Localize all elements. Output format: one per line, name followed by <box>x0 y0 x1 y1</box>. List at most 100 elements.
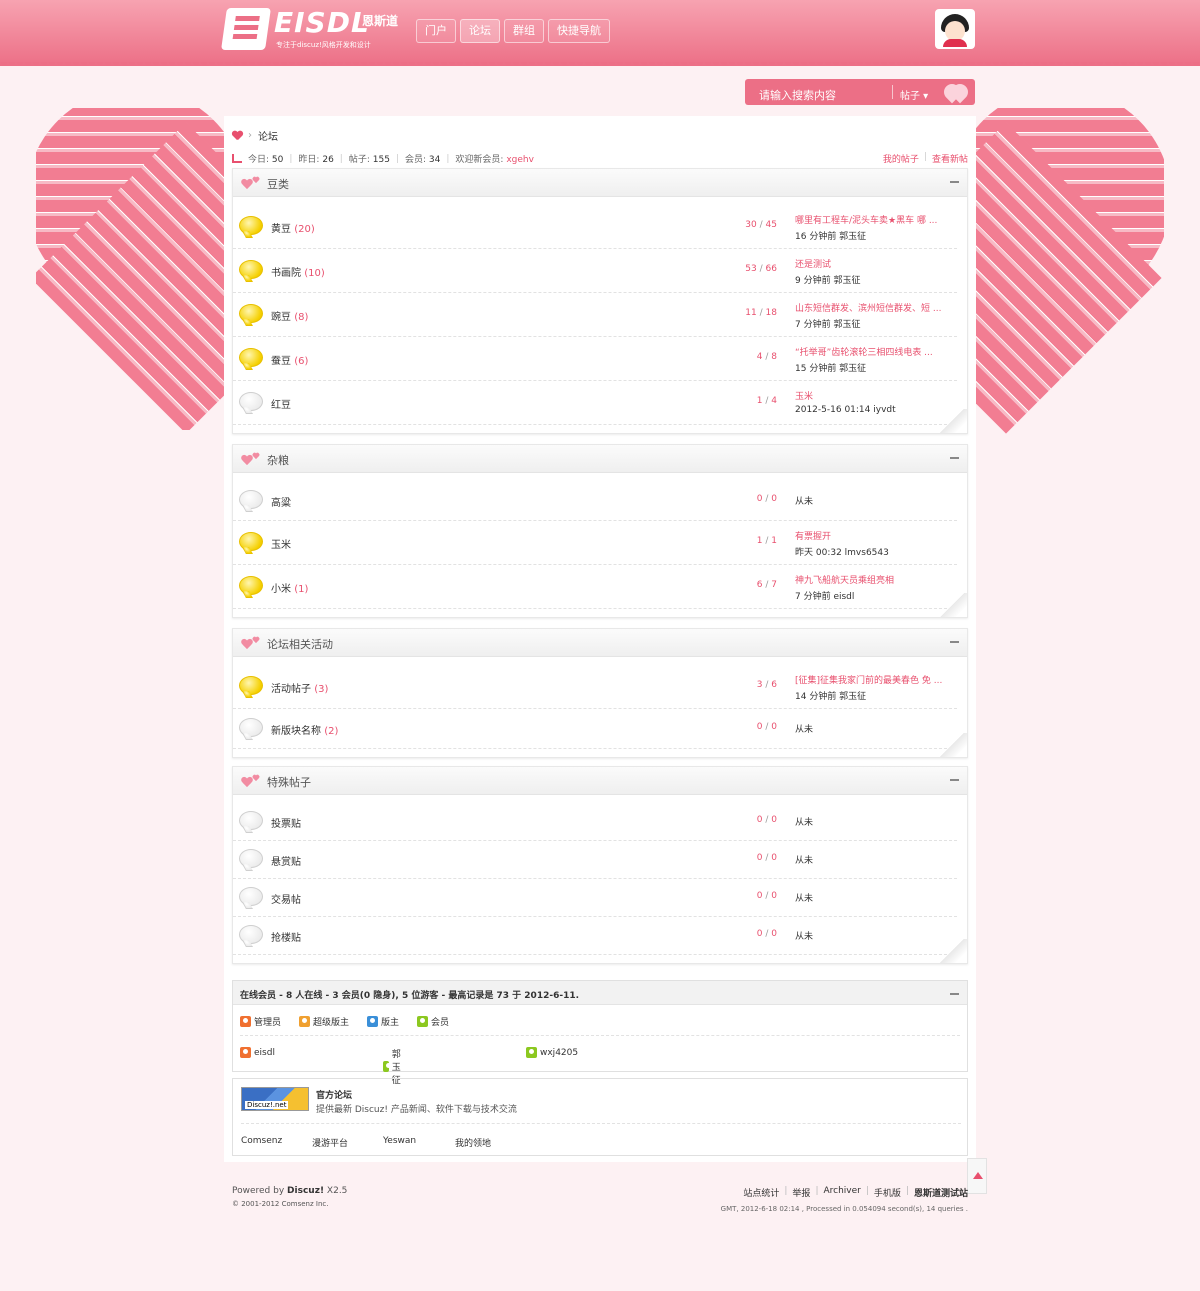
last-post-title-link[interactable]: 有票握开 <box>795 529 889 542</box>
category-title[interactable]: 特殊帖子 <box>267 774 311 790</box>
forum-name-link[interactable]: 高粱 <box>271 498 291 509</box>
nav-quick[interactable]: 快捷导航 <box>548 19 610 43</box>
forum-thread-post-counts: 0 / 0 <box>756 815 777 825</box>
nav-portal[interactable]: 门户 <box>416 19 456 43</box>
site-logo[interactable]: EISDL 恩斯道 专注于discuz!风格开发和设计 <box>221 6 404 54</box>
breadcrumb-current[interactable]: 论坛 <box>258 128 278 143</box>
forum-thread-post-counts: 3 / 6 <box>756 680 777 690</box>
last-post-meta: 14 分钟前 郭玉征 <box>795 692 867 702</box>
user-avatar[interactable] <box>935 9 975 49</box>
forum-row: 高粱 0 / 0 从未 <box>233 481 957 521</box>
forum-row: 交易帖 0 / 0 从未 <box>233 879 957 917</box>
forum-name-link[interactable]: 活动帖子 <box>271 684 311 695</box>
forum-name-link[interactable]: 小米 <box>271 584 291 595</box>
last-post-meta: 2012-5-16 01:14 iyvdt <box>795 405 896 415</box>
legend-label: 版主 <box>381 1018 400 1028</box>
forum-name-link[interactable]: 书画院 <box>271 268 301 279</box>
forum-name-link[interactable]: 黄豆 <box>271 224 291 235</box>
footer-link-report[interactable]: 举报 <box>792 1186 810 1199</box>
category-title[interactable]: 杂粮 <box>267 452 289 468</box>
online-user[interactable]: wxj4205 <box>526 1047 578 1058</box>
my-posts-link[interactable]: 我的帖子 <box>883 152 919 165</box>
friend-links: Discuz!.net 官方论坛 提供最新 Discuz! 产品新闻、软件下载与… <box>232 1078 968 1156</box>
search-divider <box>892 85 893 99</box>
breadcrumb: › 论坛 <box>232 128 278 143</box>
link-my-territory[interactable]: 我的领地 <box>455 1136 491 1149</box>
forum-name-link[interactable]: 抢楼贴 <box>271 933 301 944</box>
forum-row: 蚕豆 (6) 4 / 8 “托举哥”齿轮滚轮三相四线电表 ... 15 分钟前 … <box>233 337 957 381</box>
online-header: 在线会员 - 8 人在线 - 3 会员(0 隐身), 5 位游客 - 最高记录是… <box>233 981 967 1005</box>
double-heart-icon <box>241 453 261 467</box>
official-forum-link[interactable]: 官方论坛 <box>316 1088 352 1101</box>
footer-right: 站点统计 | 举报 | Archiver | 手机版 | 恩斯道测试站 GMT, 201… <box>720 1186 968 1213</box>
legend-label: 会员 <box>431 1018 450 1028</box>
forum-name-link[interactable]: 悬赏贴 <box>271 857 301 868</box>
new-posts-bubble-icon <box>239 260 263 279</box>
category-title[interactable]: 论坛相关活动 <box>267 636 333 652</box>
footer-link-mobile[interactable]: 手机版 <box>874 1186 901 1199</box>
footer-link-site[interactable]: 恩斯道测试站 <box>914 1186 968 1199</box>
forum-thread-post-counts: 6 / 7 <box>756 580 777 590</box>
collapse-icon[interactable] <box>950 181 959 183</box>
discuz-link[interactable]: Discuz! <box>287 1186 324 1196</box>
category-header: 特殊帖子 <box>233 767 967 795</box>
newest-member-link[interactable]: xgehv <box>506 155 534 165</box>
forum-stats: 今日: 50 | 昨日: 26 | 帖子: 155 | 会员: 34 | 欢迎新… <box>232 152 534 165</box>
discuz-logo[interactable]: Discuz!.net <box>241 1087 309 1111</box>
last-post-title-link[interactable]: 山东短信群发、滨州短信群发、短 ... <box>795 301 941 314</box>
link-manyou[interactable]: 漫游平台 <box>312 1136 348 1149</box>
last-post-meta: 7 分钟前 郭玉征 <box>795 320 861 330</box>
forum-thread-post-counts: 11 / 18 <box>745 308 777 318</box>
forum-thread-post-counts: 0 / 0 <box>756 494 777 504</box>
legend-label: 超级版主 <box>313 1018 350 1028</box>
logo-cn: 恩斯道 <box>362 14 399 28</box>
last-post-never: 从未 <box>795 725 814 735</box>
no-new-posts-bubble-icon <box>239 490 263 509</box>
search-type-select[interactable]: 帖子 ▾ <box>900 87 928 102</box>
processing-info: GMT, 2012-6-18 02:14 , Processed in 0.05… <box>720 1205 968 1213</box>
collapse-icon[interactable] <box>950 993 959 995</box>
forum-name-link[interactable]: 投票贴 <box>271 819 301 830</box>
forum-name-link[interactable]: 玉米 <box>271 540 291 551</box>
last-post-title-link[interactable]: [征集]征集我家门前的最美春色 免 ... <box>795 673 942 686</box>
collapse-icon[interactable] <box>950 457 959 459</box>
collapse-icon[interactable] <box>950 641 959 643</box>
search-type-label: 帖子 <box>900 91 920 102</box>
last-post-meta: 15 分钟前 郭玉征 <box>795 364 867 374</box>
forum-row: 豌豆 (8) 11 / 18 山东短信群发、滨州短信群发、短 ... 7 分钟前… <box>233 293 957 337</box>
footer-link-archiver[interactable]: Archiver <box>823 1186 860 1199</box>
last-post-meta: 16 分钟前 郭玉征 <box>795 232 867 242</box>
category-title[interactable]: 豆类 <box>267 176 289 192</box>
category-header: 豆类 <box>233 169 967 197</box>
forum-name-link[interactable]: 红豆 <box>271 400 291 411</box>
forum-row: 小米 (1) 6 / 7 神九飞船航天员乘组亮相 7 分钟前 eisdl <box>233 565 957 609</box>
forum-row: 活动帖子 (3) 3 / 6 [征集]征集我家门前的最美春色 免 ... 14 … <box>233 665 957 709</box>
nav-forum[interactable]: 论坛 <box>460 19 500 43</box>
new-posts-link[interactable]: 查看新帖 <box>932 152 968 165</box>
forum-name-link[interactable]: 豌豆 <box>271 312 291 323</box>
search-heart-button[interactable] <box>941 81 971 103</box>
forum-name-link[interactable]: 新版块名称 <box>271 726 321 737</box>
nav-group[interactable]: 群组 <box>504 19 544 43</box>
forum-name-link[interactable]: 交易帖 <box>271 895 301 906</box>
last-post-title-link[interactable]: “托举哥”齿轮滚轮三相四线电表 ... <box>795 345 933 358</box>
footer-link-stats[interactable]: 站点统计 <box>743 1186 779 1199</box>
home-heart-icon[interactable] <box>232 131 242 141</box>
no-new-posts-bubble-icon <box>239 925 263 944</box>
last-post-title-link[interactable]: 玉米 <box>795 389 896 402</box>
double-heart-icon <box>241 637 261 651</box>
online-user-name: eisdl <box>254 1047 275 1058</box>
link-yeswan[interactable]: Yeswan <box>383 1136 416 1146</box>
search-input[interactable]: 请输入搜索内容 <box>759 87 836 103</box>
last-post-title-link[interactable]: 神九飞船航天员乘组亮相 <box>795 573 894 586</box>
forum-name-link[interactable]: 蚕豆 <box>271 356 291 367</box>
last-post-title-link[interactable]: 还是测试 <box>795 257 860 270</box>
scroll-top-button[interactable] <box>967 1158 987 1194</box>
discuz-logo-text: Discuz!.net <box>245 1101 289 1109</box>
online-user[interactable]: eisdl <box>240 1047 275 1058</box>
header-scallop-edge <box>0 62 1200 70</box>
link-comsenz[interactable]: Comsenz <box>241 1136 282 1146</box>
forum-thread-post-counts: 0 / 0 <box>756 891 777 901</box>
last-post-title-link[interactable]: 哪里有工程车/泥头车卖★黑车 哪 ... <box>795 213 937 226</box>
collapse-icon[interactable] <box>950 779 959 781</box>
